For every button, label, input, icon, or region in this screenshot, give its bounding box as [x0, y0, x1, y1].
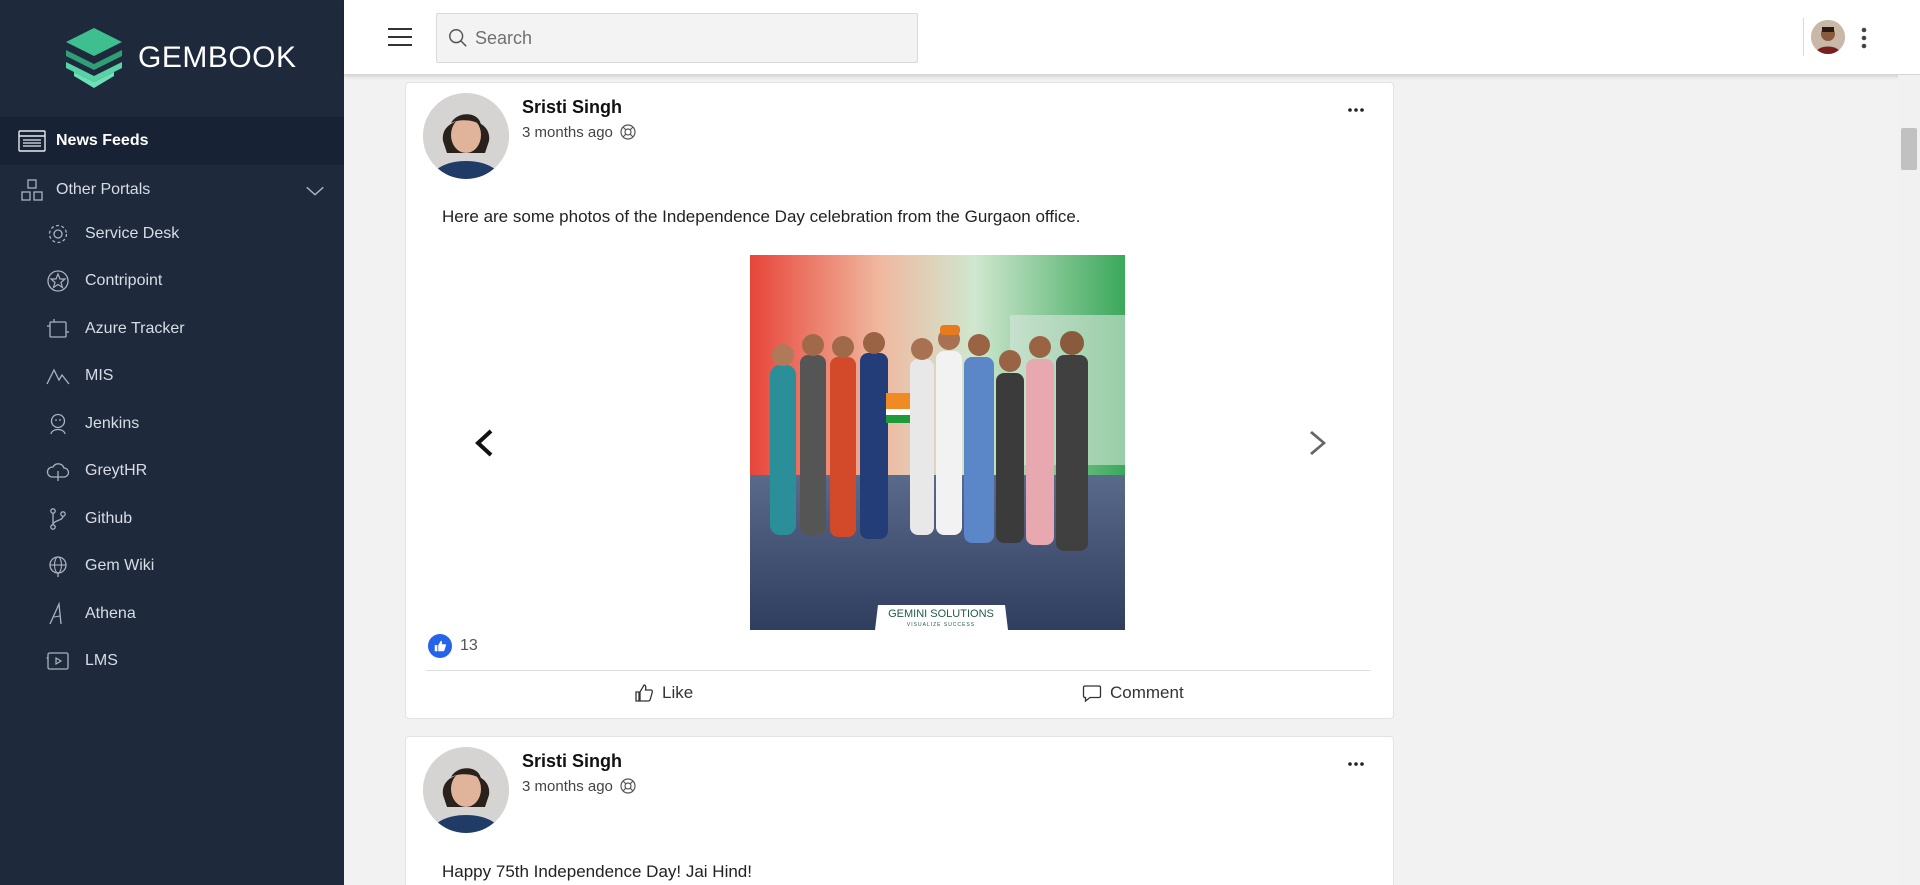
portals-icon	[21, 179, 43, 201]
sidebar-item-greythr[interactable]: GreytHR	[0, 448, 344, 496]
sidebar-item-label: Jenkins	[85, 414, 140, 432]
gembook-logo-icon	[66, 28, 122, 88]
topbar	[344, 0, 1920, 75]
author-avatar-image	[423, 747, 509, 833]
sidebar-item-contripoint[interactable]: Contripoint	[0, 258, 344, 306]
author-avatar[interactable]	[423, 747, 509, 833]
post-card: Sristi Singh 3 months ago Happy 75th Ind…	[405, 736, 1394, 885]
comment-button-label: Comment	[1110, 683, 1184, 702]
sidebar-item-mis[interactable]: MIS	[0, 353, 344, 401]
sidebar-item-gem-wiki[interactable]: Gem Wiki	[0, 543, 344, 591]
reaction-summary[interactable]: 13	[428, 634, 478, 658]
post-time-text: 3 months ago	[522, 123, 613, 141]
sidebar-item-label: Github	[85, 509, 133, 527]
user-avatar[interactable]	[1811, 20, 1845, 54]
post-photo[interactable]: GEMINI SOLUTIONS VISUALIZE SUCCESS	[750, 255, 1125, 630]
sidebar-item-label: GreytHR	[85, 462, 148, 480]
sidebar-item-label: Contripoint	[85, 272, 163, 290]
sidebar-item-jenkins[interactable]: Jenkins	[0, 400, 344, 448]
page-scrollbar-thumb[interactable]	[1901, 128, 1917, 170]
post-card: Sristi Singh 3 months ago Here are some …	[405, 82, 1394, 719]
user-avatar-image	[1811, 20, 1845, 54]
topbar-divider	[1803, 18, 1804, 56]
search-icon	[449, 29, 467, 47]
athena-icon	[49, 601, 62, 625]
post-text: Happy 75th Independence Day! Jai Hind!	[442, 862, 752, 881]
thumbs-up-icon	[635, 684, 654, 702]
author-avatar[interactable]	[423, 93, 509, 179]
group-photo-image: GEMINI SOLUTIONS VISUALIZE SUCCESS	[750, 255, 1125, 630]
sidebar-item-label: Other Portals	[56, 181, 151, 198]
post-text: Here are some photos of the Independence…	[442, 207, 1081, 226]
carousel-prev-icon[interactable]	[471, 428, 499, 458]
news-icon	[18, 130, 46, 152]
sidebar-item-label: Azure Tracker	[85, 319, 185, 337]
post-more-options-icon[interactable]	[1345, 103, 1367, 117]
search-input[interactable]	[475, 27, 915, 49]
star-icon	[47, 270, 69, 292]
tracker-icon	[47, 318, 69, 338]
chevron-down-icon[interactable]	[304, 180, 326, 202]
like-button[interactable]: Like	[634, 683, 693, 703]
photo-tagline: VISUALIZE SUCCESS	[907, 622, 975, 628]
comment-button[interactable]: Comment	[1082, 683, 1184, 703]
chart-icon	[46, 368, 70, 385]
post-more-options-icon[interactable]	[1345, 757, 1367, 771]
gear-icon	[48, 224, 68, 243]
post-timestamp: 3 months ago	[522, 777, 637, 795]
like-button-label: Like	[662, 683, 694, 702]
author-avatar-image	[423, 93, 509, 179]
like-reaction-icon	[428, 634, 452, 658]
page-scrollbar-track[interactable]	[1898, 75, 1920, 885]
post-timestamp: 3 months ago	[522, 123, 637, 141]
cloud-icon	[46, 463, 70, 482]
sidebar-subnav: Service Desk Contripoint Azure Tracker M…	[0, 210, 344, 685]
more-options-icon[interactable]	[1860, 26, 1868, 50]
sidebar-item-label: Gem Wiki	[85, 557, 155, 575]
sidebar-group-other-portals[interactable]: Other Portals	[0, 166, 344, 214]
audience-icon	[620, 124, 636, 140]
branch-icon	[50, 507, 66, 530]
globe-icon	[49, 556, 67, 578]
video-icon	[46, 652, 69, 670]
sidebar: GEMBOOK News Feeds Other Portals Service…	[0, 0, 344, 885]
brand-name: GEMBOOK	[138, 41, 297, 74]
sidebar-item-label: News Feeds	[56, 132, 149, 149]
sidebar-item-lms[interactable]: LMS	[0, 638, 344, 686]
sidebar-item-athena[interactable]: Athena	[0, 590, 344, 638]
sidebar-item-azure-tracker[interactable]: Azure Tracker	[0, 305, 344, 353]
post-time-text: 3 months ago	[522, 777, 613, 795]
post-author[interactable]: Sristi Singh	[522, 97, 622, 118]
sidebar-item-label: Athena	[85, 604, 136, 622]
sidebar-item-label: MIS	[85, 367, 114, 385]
jenkins-icon	[50, 413, 66, 434]
brand[interactable]: GEMBOOK	[0, 0, 344, 116]
sidebar-item-label: LMS	[85, 652, 118, 670]
photo-caption: GEMINI SOLUTIONS	[888, 608, 994, 620]
post-divider	[426, 670, 1371, 671]
sidebar-item-service-desk[interactable]: Service Desk	[0, 210, 344, 258]
comment-icon	[1082, 685, 1102, 703]
carousel-next-icon[interactable]	[1304, 428, 1332, 458]
search-box[interactable]	[436, 13, 918, 63]
sidebar-item-label: Service Desk	[85, 224, 180, 242]
sidebar-item-news-feeds[interactable]: News Feeds	[0, 117, 344, 165]
like-count: 13	[460, 637, 478, 654]
sidebar-item-github[interactable]: Github	[0, 495, 344, 543]
post-author[interactable]: Sristi Singh	[522, 751, 622, 772]
audience-icon	[620, 778, 636, 794]
hamburger-menu-icon[interactable]	[386, 24, 414, 50]
